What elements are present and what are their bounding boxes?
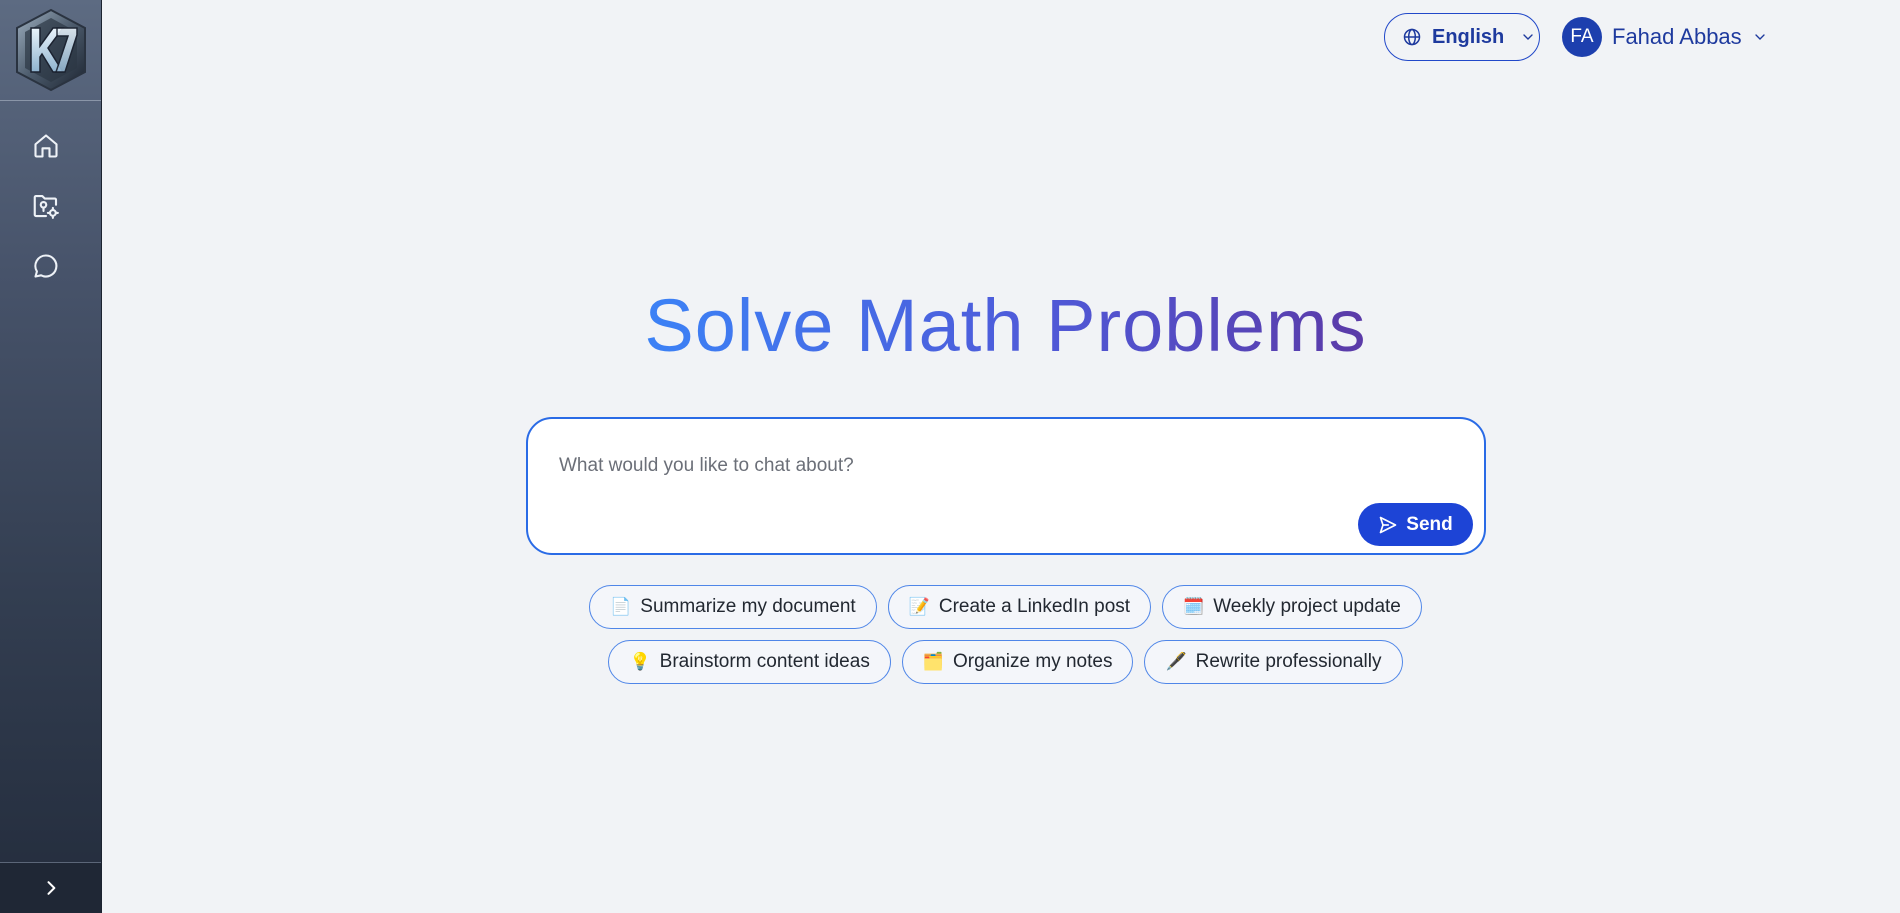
pen-icon: 🖋️ [1165, 652, 1187, 671]
suggestions-row-2: 💡 Brainstorm content ideas 🗂️ Organize m… [0, 640, 1900, 684]
app-logo[interactable] [0, 0, 101, 101]
lightbulb-icon: 💡 [629, 652, 651, 671]
suggestion-label: Summarize my document [640, 596, 856, 617]
home-icon [34, 134, 58, 158]
language-label: English [1432, 25, 1505, 48]
send-button[interactable]: Send [1358, 503, 1473, 546]
k7-logo-icon [15, 8, 86, 92]
sidebar-expand-button[interactable] [0, 862, 101, 913]
suggestion-chip[interactable]: 📄 Summarize my document [589, 585, 877, 629]
language-selector[interactable]: English [1384, 13, 1540, 61]
suggestion-label: Create a LinkedIn post [938, 596, 1131, 617]
sidebar-item-chat[interactable] [26, 246, 66, 286]
card-index-icon: 🗂️ [922, 652, 944, 671]
suggestions-row-1: 📄 Summarize my document 📝 Create a Linke… [0, 585, 1900, 629]
suggestion-label: Organize my notes [953, 651, 1113, 672]
send-label: Send [1406, 513, 1453, 535]
chat-bubble-icon [34, 254, 58, 278]
user-name: Fahad Abbas [1612, 24, 1742, 49]
suggestion-label: Weekly project update [1213, 596, 1401, 617]
sidebar-item-home[interactable] [26, 126, 66, 166]
chevron-down-icon [1523, 34, 1533, 40]
suggestion-chip[interactable]: 🖋️ Rewrite professionally [1144, 640, 1403, 684]
suggestion-chip[interactable]: 📝 Create a LinkedIn post [887, 585, 1152, 629]
chat-input[interactable] [557, 447, 1341, 485]
chat-box: Send [526, 417, 1486, 555]
suggestion-chip[interactable]: 💡 Brainstorm content ideas [608, 640, 891, 684]
globe-icon [1403, 28, 1421, 46]
suggestion-label: Brainstorm content ideas [659, 651, 870, 672]
sidebar-item-folder[interactable] [26, 186, 66, 226]
page-title: Solve Math Problems [0, 283, 1900, 368]
folder-settings-icon [33, 194, 59, 219]
chevron-down-icon [1755, 34, 1765, 40]
suggestion-chip[interactable]: 🗂️ Organize my notes [901, 640, 1134, 684]
avatar: FA [1562, 17, 1602, 57]
chevron-right-icon [47, 881, 55, 895]
suggestion-label: Rewrite professionally [1195, 651, 1382, 672]
calendar-icon: 🗓️ [1183, 597, 1205, 616]
user-menu[interactable]: FA Fahad Abbas [1562, 17, 1768, 57]
document-icon: 📄 [610, 597, 632, 616]
suggestion-chip[interactable]: 🗓️ Weekly project update [1162, 585, 1422, 629]
page-title-text: Solve Math Problems [644, 284, 1367, 367]
send-icon [1379, 516, 1397, 533]
sidebar [0, 0, 102, 913]
memo-icon: 📝 [908, 597, 930, 616]
